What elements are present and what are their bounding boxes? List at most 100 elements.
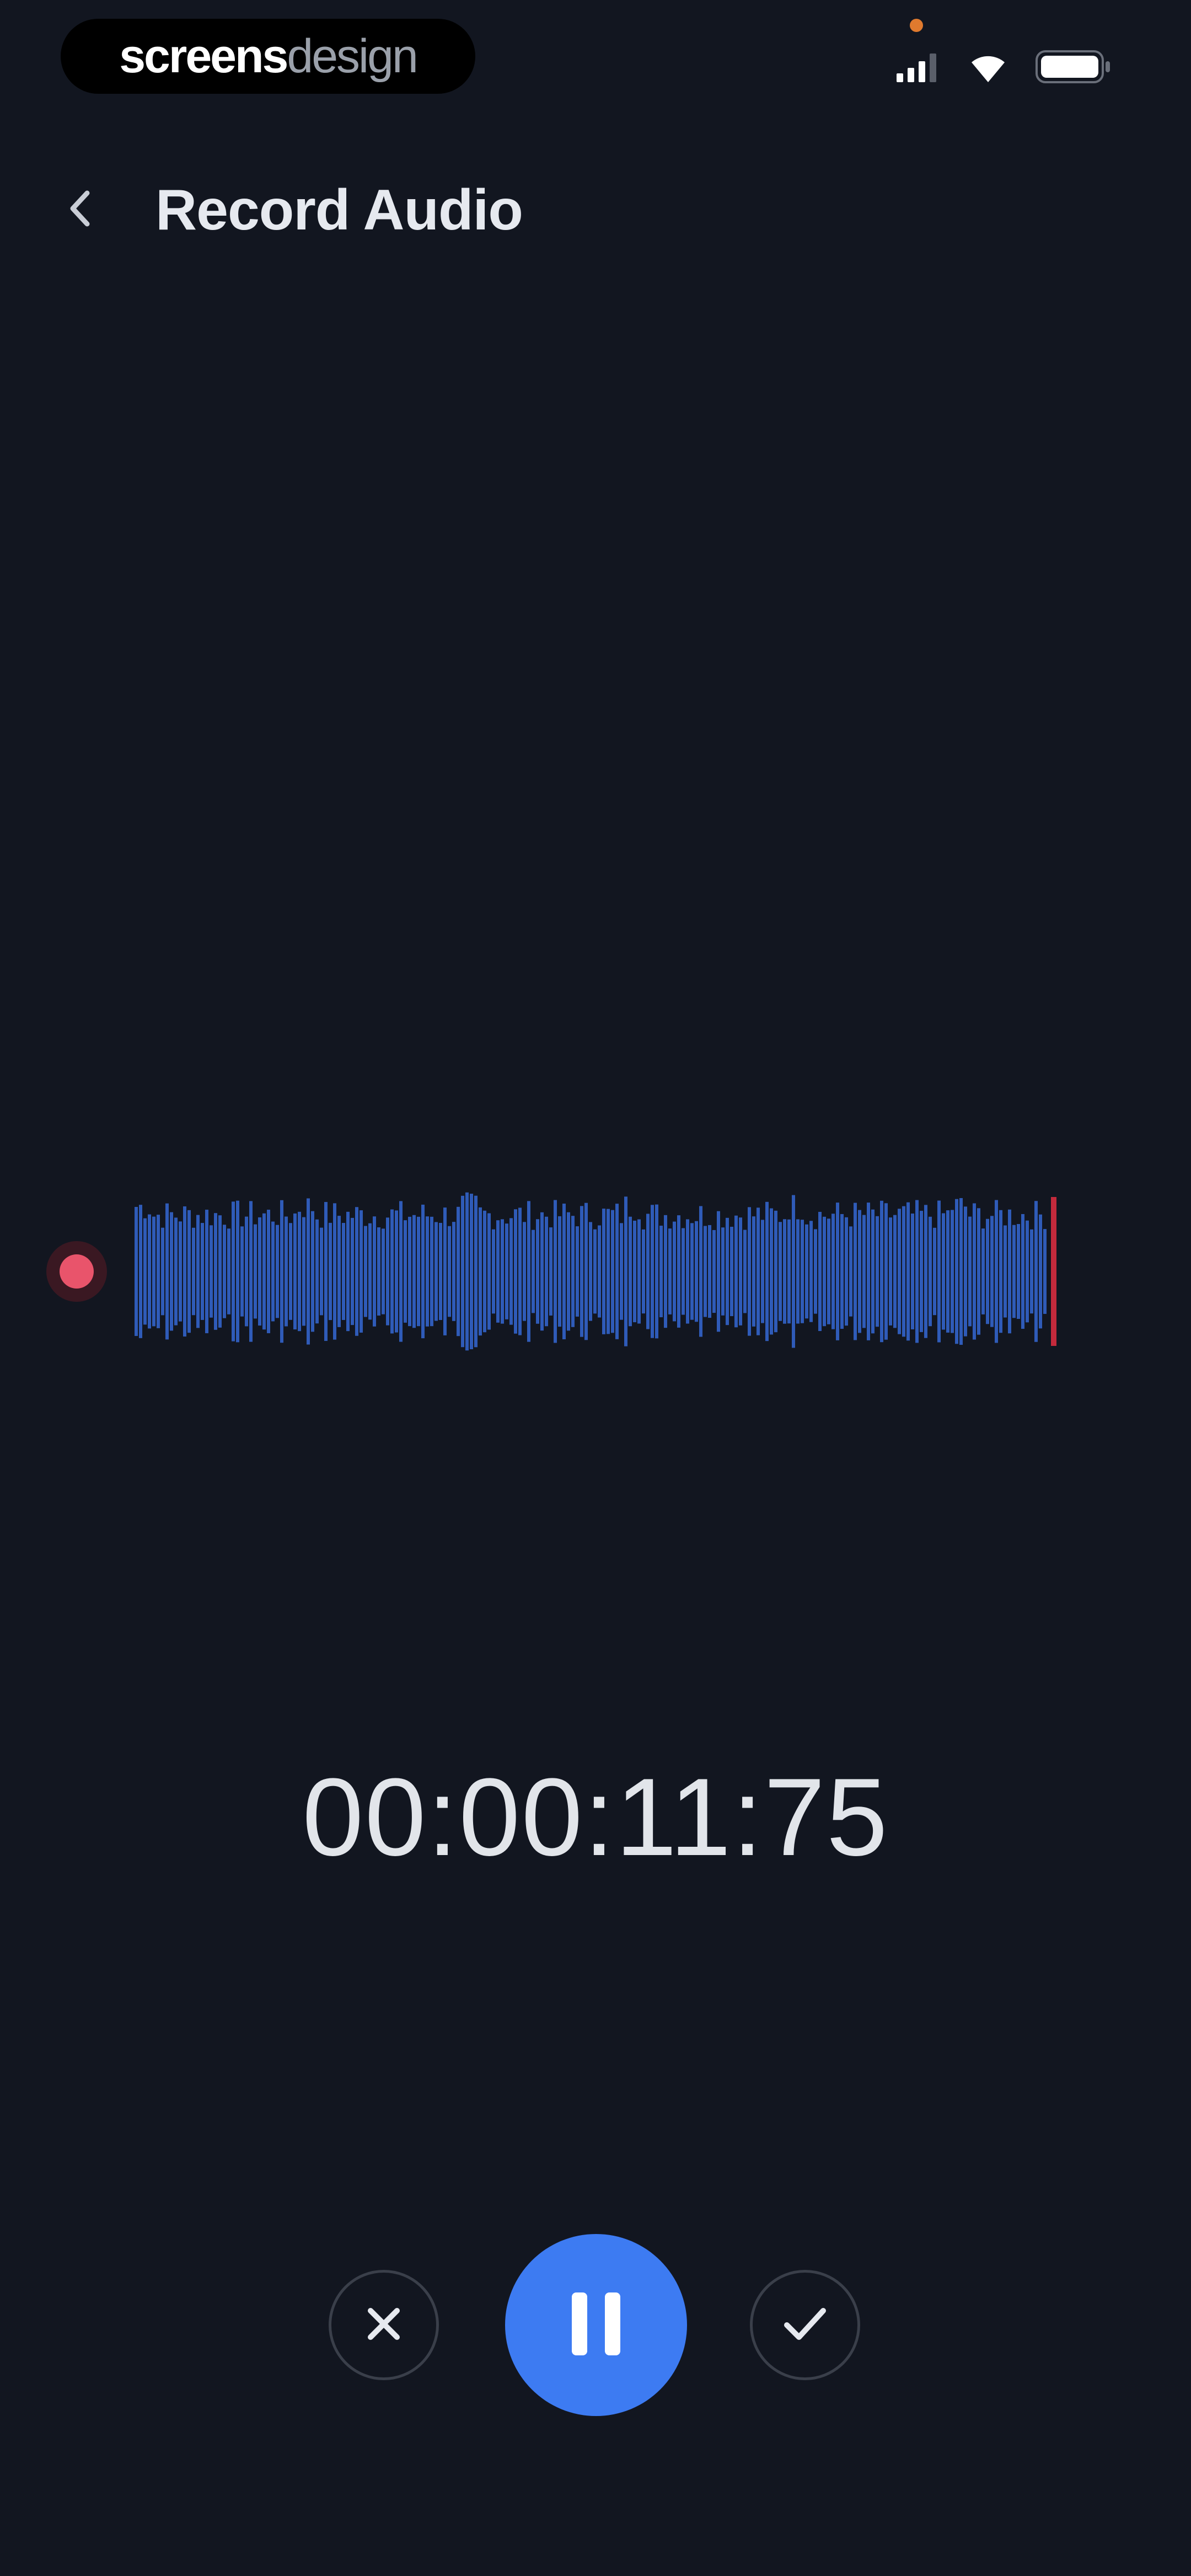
waveform-bar — [333, 1203, 336, 1340]
waveform-bar — [205, 1210, 208, 1333]
waveform-bar — [196, 1215, 200, 1328]
back-button[interactable] — [53, 182, 108, 237]
waveform-bar — [289, 1223, 292, 1320]
waveform-bar — [673, 1221, 676, 1322]
waveform-bar — [187, 1210, 191, 1333]
watermark-badge: screens design — [61, 19, 475, 94]
waveform-bar — [426, 1216, 429, 1327]
waveform-bar — [995, 1200, 998, 1343]
waveform-bar — [708, 1225, 711, 1318]
waveform-bar — [315, 1219, 319, 1324]
waveform-bar — [382, 1228, 385, 1314]
waveform-bar — [240, 1226, 244, 1317]
waveform-bar — [792, 1195, 795, 1348]
watermark-text-design: design — [287, 29, 418, 83]
waveform-bar — [430, 1216, 433, 1327]
waveform-bar — [734, 1215, 738, 1328]
waveform-bar — [1004, 1225, 1007, 1318]
pause-recording-button[interactable] — [505, 2234, 687, 2416]
waveform-bar — [165, 1203, 169, 1340]
waveform-bar — [1017, 1223, 1020, 1319]
waveform-bar — [479, 1207, 482, 1336]
waveform-bar — [280, 1200, 283, 1343]
waveform-bar — [157, 1215, 160, 1328]
waveform-bar — [448, 1226, 451, 1317]
waveform-bar — [236, 1200, 239, 1343]
app-header: Record Audio — [0, 165, 1191, 254]
waveform-bar — [258, 1217, 261, 1326]
watermark-text-screens: screens — [119, 29, 288, 83]
waveform-bar — [232, 1201, 235, 1342]
waveform-bar — [324, 1202, 328, 1341]
privacy-indicator-dot — [910, 19, 923, 32]
chevron-left-icon — [64, 186, 97, 233]
waveform-bar — [620, 1223, 623, 1320]
waveform-bar — [959, 1198, 963, 1345]
waveform-bar — [307, 1198, 310, 1345]
waveform-bar — [346, 1211, 350, 1332]
recording-dot-icon — [60, 1254, 94, 1289]
waveform-bar — [968, 1216, 972, 1327]
waveform-bar — [505, 1223, 508, 1319]
waveform-bar — [1026, 1220, 1029, 1323]
waveform-bar — [518, 1207, 522, 1335]
waveform-bar — [739, 1217, 742, 1326]
waveform-bar — [412, 1215, 416, 1328]
waveform-bar — [809, 1221, 813, 1322]
waveform-bar — [646, 1214, 650, 1329]
waveform-bar — [532, 1230, 535, 1313]
waveform-bar — [937, 1200, 941, 1343]
cancel-recording-button[interactable] — [329, 2270, 439, 2380]
waveform-bar — [161, 1227, 164, 1316]
waveform-bar — [152, 1216, 155, 1327]
waveform-bar — [271, 1221, 275, 1322]
waveform-bar — [637, 1219, 641, 1324]
waveform-bar — [474, 1195, 478, 1348]
waveform-bar — [1039, 1214, 1042, 1329]
waveform-bar — [761, 1220, 764, 1323]
recording-timer: 00:00:11:75 — [302, 1756, 889, 1879]
waveform-bar — [342, 1223, 345, 1320]
waveform-bar — [743, 1230, 747, 1313]
waveform-bar — [615, 1204, 619, 1339]
waveform-bar — [593, 1229, 597, 1314]
waveform-bar — [898, 1209, 901, 1334]
waveform-bar — [580, 1206, 583, 1337]
waveform-bar — [210, 1225, 213, 1318]
waveform-bar — [179, 1221, 182, 1322]
waveform-bar — [183, 1206, 186, 1337]
waveform-bar — [911, 1214, 914, 1329]
waveform-bar — [439, 1222, 442, 1321]
waveform-bar — [845, 1217, 848, 1326]
waveform-bar — [276, 1225, 279, 1318]
waveform-bar — [1008, 1209, 1011, 1334]
waveform-bar — [880, 1200, 883, 1343]
waveform-bar — [831, 1214, 835, 1329]
waveform-bar — [351, 1217, 354, 1326]
waveform-bar — [668, 1228, 672, 1314]
waveform-bar — [704, 1226, 707, 1317]
status-icons — [897, 43, 1113, 93]
waveform-bar — [549, 1227, 552, 1316]
waveform-bar — [611, 1210, 614, 1333]
waveform-bar — [360, 1210, 363, 1333]
waveform-bar — [483, 1210, 486, 1333]
waveform-bar — [964, 1206, 967, 1337]
waveform-bar — [408, 1216, 411, 1327]
waveform-bar — [677, 1215, 680, 1328]
waveform-bar — [1021, 1214, 1024, 1329]
waveform-bar — [417, 1216, 420, 1327]
waveform-bar — [933, 1227, 936, 1316]
waveform-bar — [1030, 1229, 1033, 1314]
waveform-bar — [862, 1215, 866, 1328]
waveform-bar — [293, 1213, 297, 1330]
waveform-bar — [245, 1216, 248, 1327]
waveform-bar — [929, 1216, 932, 1327]
waveform-bar — [818, 1211, 822, 1332]
waveform-bar — [876, 1216, 879, 1327]
waveform-bar — [192, 1227, 195, 1316]
waveform-bar — [170, 1212, 173, 1331]
waveform-bar — [386, 1217, 389, 1326]
waveform-bar — [836, 1203, 839, 1340]
confirm-recording-button[interactable] — [750, 2270, 860, 2380]
